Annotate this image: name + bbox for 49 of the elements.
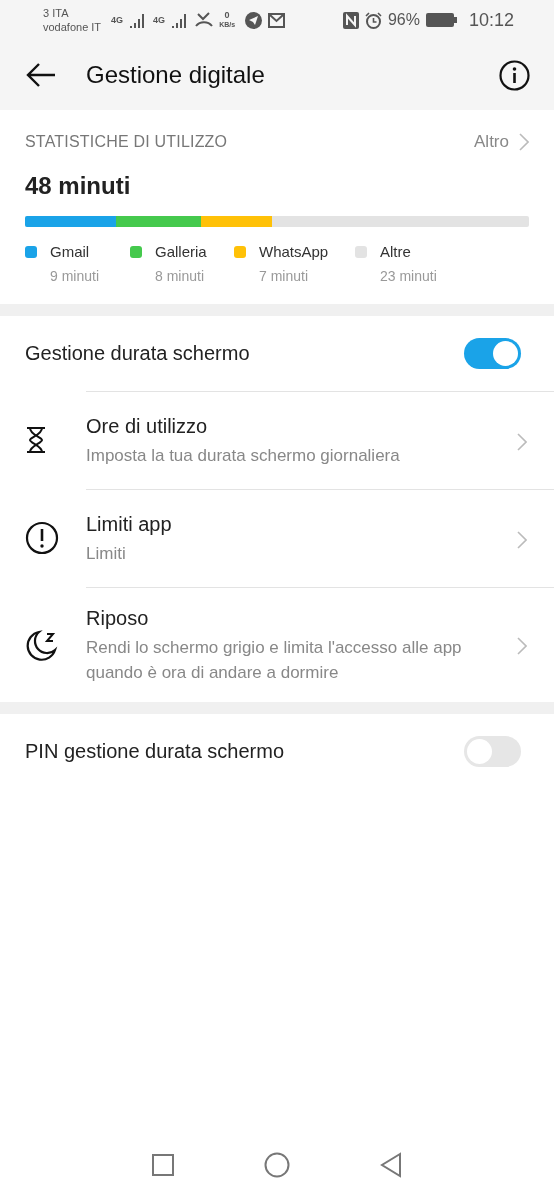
missed-call-icon [195,12,214,28]
clock: 10:12 [468,9,514,31]
setting-label: PIN gestione durata schermo [25,740,286,763]
item-subtitle: Limiti [86,543,127,565]
app-time: 7 minuti [259,268,310,284]
mail-icon [268,12,286,28]
app-name: Altre [380,243,412,260]
chevron-right-icon [517,637,527,655]
hourglass-icon [25,427,47,453]
nfc-icon [342,11,359,29]
carrier-name: 3 ITA [43,6,70,20]
settings-item[interactable]: Ore di utilizzo Imposta la tua durata schermo giornaliera [0,391,554,489]
item-title: Limiti app [86,513,173,536]
item-title: Ore di utilizzo [86,415,209,438]
app-time: 9 minuti [50,268,101,284]
app-time: 8 minuti [155,268,206,284]
network-type: 4G [153,15,166,25]
item-title: Riposo [86,607,150,630]
app-name: Galleria [155,243,208,260]
moon-sleep-icon [25,627,59,662]
alarm-icon [364,11,382,29]
info-icon[interactable] [499,59,530,91]
carrier-name: vodafone IT [43,20,102,34]
setting-label: Gestione durata schermo [25,342,251,365]
item-subtitle: Imposta la tua durata schermo giornaliera [86,445,401,467]
home-icon[interactable] [264,1152,290,1178]
more-link[interactable]: Altro [474,132,509,152]
chevron-right-icon [517,432,527,451]
battery-icon [425,13,457,27]
app-name: WhatsApp [259,243,330,260]
telegram-icon [245,11,263,29]
toggle-switch[interactable] [464,736,521,767]
settings-item[interactable]: Limiti app Limiti [0,489,554,587]
alert-icon [25,521,59,555]
total-usage: 48 minuti [25,172,132,200]
recent-apps-icon[interactable] [152,1154,174,1176]
item-subtitle: Rendi lo schermo grigio e limita l'accesso alle app quando è ora di andare a dormire [86,637,463,684]
page-title: Gestione digitale [86,61,266,89]
battery-percent: 96% [387,11,420,29]
back-arrow-icon[interactable] [26,62,56,88]
app-name: Gmail [50,243,91,260]
chevron-right-icon [519,133,529,151]
toggle-switch[interactable] [464,338,521,369]
section-heading: STATISTICHE DI UTILIZZO [25,133,229,151]
data-speed: 0 [224,10,230,20]
chevron-right-icon [517,530,527,549]
back-icon[interactable] [380,1152,402,1178]
network-type: 4G [111,15,124,25]
app-time: 23 minuti [380,268,438,284]
